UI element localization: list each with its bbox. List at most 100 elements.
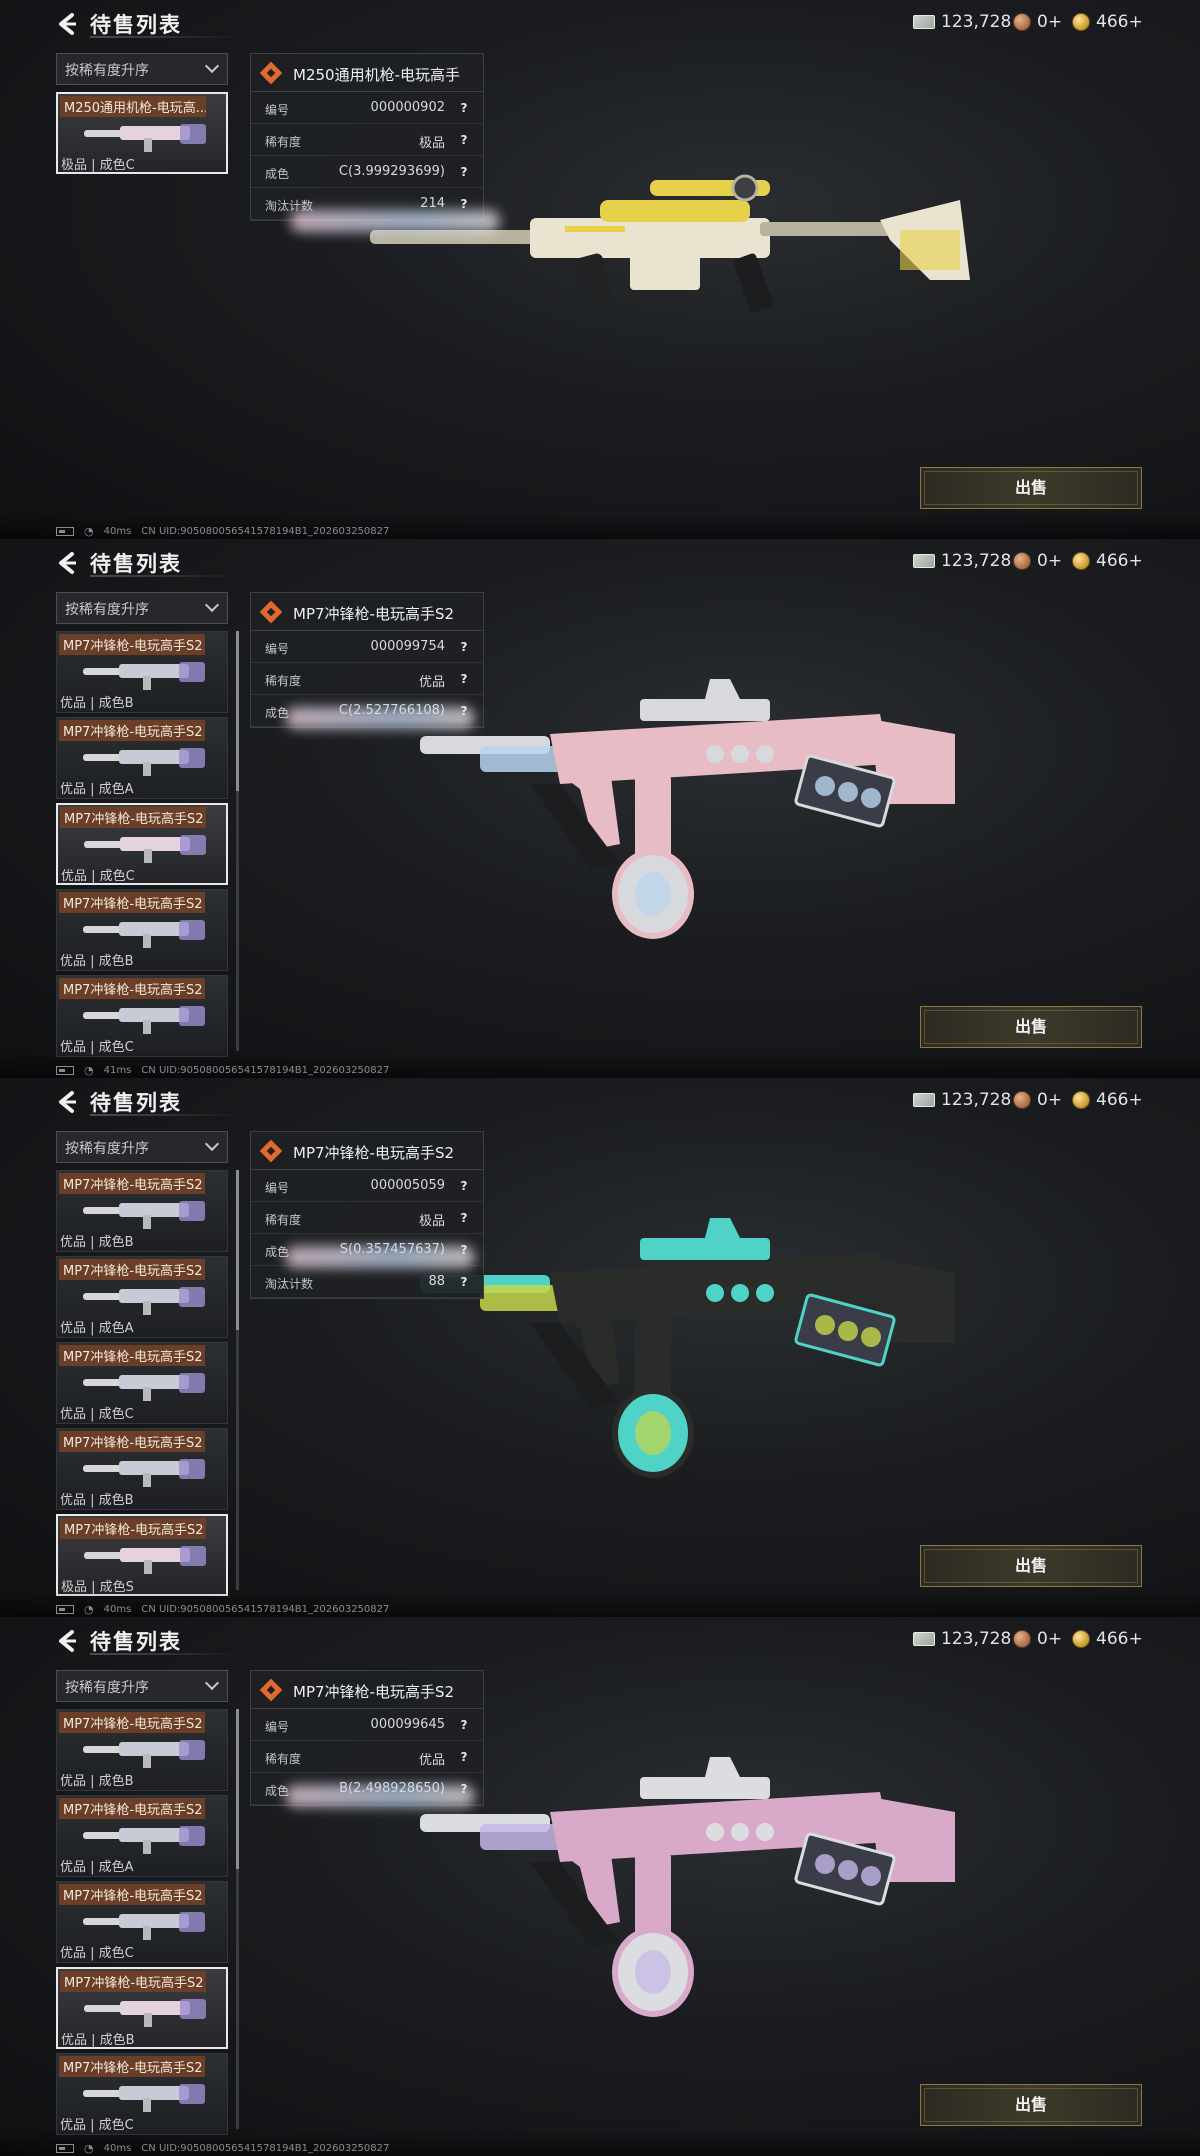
currency-gold: 466+ [1072, 1629, 1143, 1649]
item-name: MP7冲锋枪-电玩高手S2 [59, 1884, 205, 1905]
back-arrow-icon[interactable] [54, 1627, 82, 1655]
item-quality: 优品 | 成色A [60, 1860, 134, 1875]
detail-row: 编号 000000902? [251, 92, 483, 124]
list-item[interactable]: MP7冲锋枪-电玩高手S2 优品 | 成色A [56, 717, 228, 799]
item-list: MP7冲锋枪-电玩高手S2 优品 | 成色B MP7冲锋枪-电玩高手S2 优品 | 成… [56, 1709, 228, 2149]
list-item[interactable]: MP7冲锋枪-电玩高手S2 优品 | 成色C [56, 2053, 228, 2135]
list-item[interactable]: MP7冲锋枪-电玩高手S2 优品 | 成色C [56, 1342, 228, 1424]
status-bar: ◔ 40ms CN UID:905080056541578194B1_2026032… [56, 2142, 389, 2155]
bronze-coin-icon [1013, 552, 1031, 570]
detail-header: MP7冲锋枪-电玩高手S2 [251, 593, 483, 631]
chevron-down-icon [204, 1136, 220, 1152]
gold-coin-icon [1072, 1630, 1090, 1648]
back-arrow-icon[interactable] [54, 1088, 82, 1116]
scrollbar-thumb[interactable] [236, 1170, 239, 1330]
currency-value: 466+ [1096, 12, 1143, 32]
top-bar: 待售列表 123,728 0+ 466+ [0, 1078, 1200, 1128]
help-icon[interactable]: ? [457, 165, 471, 179]
detail-panel: M250通用机枪-电玩高手 编号 000000902? 稀有度 极品? 成色 C(3.999… [250, 53, 484, 221]
list-item[interactable]: MP7冲锋枪-电玩高手S2 优品 | 成色B [56, 1967, 228, 2049]
list-item[interactable]: MP7冲锋枪-电玩高手S2 优品 | 成色C [56, 1881, 228, 1963]
detail-value: 000099754 [370, 639, 445, 654]
weapon-thumbnail [80, 1993, 210, 2027]
list-item[interactable]: MP7冲锋枪-电玩高手S2 优品 | 成色B [56, 1170, 228, 1252]
back-arrow-icon[interactable] [54, 549, 82, 577]
list-item[interactable]: MP7冲锋枪-电玩高手S2 优品 | 成色B [56, 631, 228, 713]
item-quality: 优品 | 成色B [60, 954, 134, 969]
list-item[interactable]: MP7冲锋枪-电玩高手S2 优品 | 成色C [56, 803, 228, 885]
list-scrollbar[interactable] [236, 631, 239, 1051]
list-item[interactable]: M250通用机枪-电玩高... 极品 | 成色C [56, 92, 228, 174]
detail-row: 淘汰计数 88? [251, 1266, 483, 1298]
currency-bronze: 0+ [1013, 1090, 1062, 1110]
list-item[interactable]: MP7冲锋枪-电玩高手S2 优品 | 成色C [56, 975, 228, 1057]
help-icon[interactable]: ? [457, 101, 471, 115]
sort-dropdown[interactable]: 按稀有度升序 [56, 1670, 228, 1702]
item-name: MP7冲锋枪-电玩高手S2 [59, 1431, 205, 1452]
detail-label: 编号 [265, 1181, 290, 1195]
battery-icon [56, 1605, 74, 1614]
wifi-icon: ◔ [84, 1064, 94, 1077]
item-name: MP7冲锋枪-电玩高手S2 [59, 1173, 205, 1194]
item-quality: 优品 | 成色A [60, 782, 134, 797]
sell-button[interactable]: 出售 [920, 1545, 1142, 1587]
detail-label: 稀有度 [265, 1752, 302, 1766]
detail-panel: MP7冲锋枪-电玩高手S2编号000005059?稀有度极品?成色S(0.357… [250, 1131, 484, 1299]
sort-dropdown[interactable]: 按稀有度升序 [56, 592, 228, 624]
item-name: MP7冲锋枪-电玩高手S2 [59, 1712, 205, 1733]
scrollbar-thumb[interactable] [236, 631, 239, 791]
weapon-name: MP7冲锋枪-电玩高手S2 [293, 605, 455, 623]
item-quality: 优品 | 成色B [61, 2033, 135, 2048]
help-icon[interactable]: ? [457, 672, 471, 686]
scrollbar-thumb[interactable] [236, 1709, 239, 1869]
item-quality: 优品 | 成色B [60, 696, 134, 711]
detail-value: 极品 [418, 136, 445, 151]
screen-panel: 待售列表 123,728 0+ 466+ 按稀有度升序 M250通用机枪-电玩高... 极品… [0, 0, 1200, 539]
weapon-thumbnail [80, 1540, 210, 1574]
list-item[interactable]: MP7冲锋枪-电玩高手S2 优品 | 成色A [56, 1256, 228, 1338]
list-item[interactable]: MP7冲锋枪-电玩高手S2 优品 | 成色B [56, 1428, 228, 1510]
sell-button[interactable]: 出售 [920, 1006, 1142, 1048]
list-item[interactable]: MP7冲锋枪-电玩高手S2 优品 | 成色B [56, 1709, 228, 1791]
item-quality: 极品 | 成色C [61, 158, 135, 173]
uid-text: CN UID:905080056541578194B1_202603250827 [141, 1065, 390, 1076]
sort-dropdown[interactable]: 按稀有度升序 [56, 53, 228, 85]
weapon-thumbnail [79, 1906, 209, 1940]
help-icon[interactable]: ? [457, 133, 471, 147]
sell-label: 出售 [1014, 1556, 1047, 1575]
detail-value: 000099645 [370, 1717, 445, 1732]
help-icon[interactable]: ? [457, 1750, 471, 1764]
item-quality: 优品 | 成色B [60, 1493, 134, 1508]
back-arrow-icon[interactable] [54, 10, 82, 38]
list-item[interactable]: MP7冲锋枪-电玩高手S2 优品 | 成色A [56, 1795, 228, 1877]
rarity-diamond-icon [259, 61, 283, 85]
list-item[interactable]: MP7冲锋枪-电玩高手S2 优品 | 成色B [56, 889, 228, 971]
weapon-thumbnail [79, 1453, 209, 1487]
sort-dropdown[interactable]: 按稀有度升序 [56, 1131, 228, 1163]
help-icon[interactable]: ? [457, 197, 471, 211]
help-icon[interactable]: ? [457, 1211, 471, 1225]
screen-panel: 待售列表 123,728 0+ 466+ 按稀有度升序 MP7冲锋枪-电玩高手S2 优品 |… [0, 539, 1200, 1078]
sell-button[interactable]: 出售 [920, 2084, 1142, 2126]
list-item[interactable]: MP7冲锋枪-电玩高手S2 极品 | 成色S [56, 1514, 228, 1596]
detail-row: 编号 000099645? [251, 1709, 483, 1741]
chevron-down-icon [204, 1675, 220, 1691]
item-list: MP7冲锋枪-电玩高手S2 优品 | 成色B MP7冲锋枪-电玩高手S2 优品 | 成… [56, 631, 228, 1071]
sell-button[interactable]: 出售 [920, 467, 1142, 509]
help-icon[interactable]: ? [457, 640, 471, 654]
latency-text: 40ms [103, 1604, 132, 1615]
currency-cash: 123,728 [913, 1629, 1011, 1649]
help-icon[interactable]: ? [457, 1179, 471, 1193]
currency-value: 466+ [1096, 1090, 1143, 1110]
weapon-thumbnail [79, 1734, 209, 1768]
item-quality: 优品 | 成色B [60, 1235, 134, 1250]
help-icon[interactable]: ? [457, 1718, 471, 1732]
title-underline [90, 1653, 240, 1655]
item-quality: 优品 | 成色A [60, 1321, 134, 1336]
help-icon[interactable]: ? [457, 1275, 471, 1289]
currency-value: 0+ [1037, 12, 1063, 32]
list-scrollbar[interactable] [236, 1709, 239, 2129]
list-scrollbar[interactable] [236, 1170, 239, 1590]
item-name: MP7冲锋枪-电玩高手S2 [59, 720, 205, 741]
weapon-render [410, 1752, 970, 2036]
